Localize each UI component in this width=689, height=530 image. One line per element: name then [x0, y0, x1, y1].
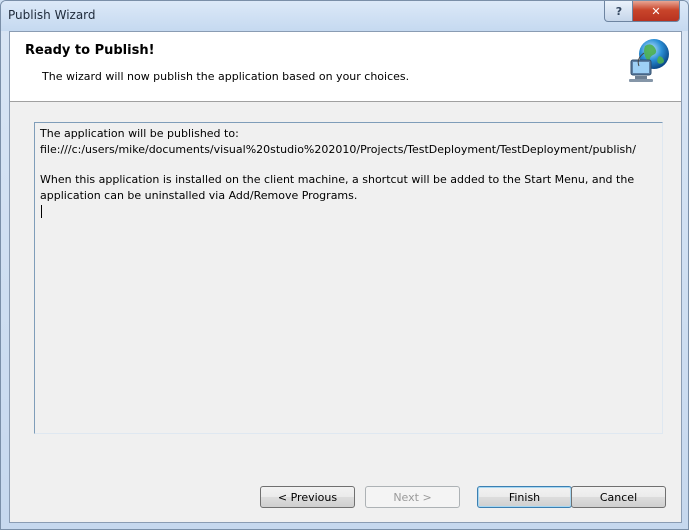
- close-button[interactable]: ✕: [632, 1, 680, 22]
- publish-location-path: file:///c:/users/mike/documents/visual%2…: [40, 143, 636, 156]
- page-title: Ready to Publish!: [25, 43, 155, 58]
- install-info-line-2: application can be uninstalled via Add/R…: [40, 189, 358, 202]
- cancel-button[interactable]: Cancel: [571, 486, 666, 508]
- page-subtitle: The wizard will now publish the applicat…: [42, 70, 410, 83]
- wizard-client-area: Ready to Publish! The wizard will now pu…: [9, 31, 682, 523]
- finish-button[interactable]: Finish: [477, 486, 572, 508]
- window-title: Publish Wizard: [8, 8, 96, 22]
- publish-wizard-window: Publish Wizard ? ✕ Ready to Publish! The…: [0, 0, 689, 530]
- wizard-header: Ready to Publish! The wizard will now pu…: [10, 32, 681, 102]
- globe-computer-icon: [629, 39, 669, 82]
- text-caret: [41, 205, 42, 218]
- publish-location-label: The application will be published to:: [40, 127, 239, 140]
- summary-text-box[interactable]: The application will be published to: fi…: [34, 122, 663, 434]
- install-info-line-1: When this application is installed on th…: [40, 173, 635, 186]
- help-button[interactable]: ?: [604, 1, 634, 22]
- next-button[interactable]: Next >: [365, 486, 460, 508]
- title-bar[interactable]: Publish Wizard ? ✕: [1, 1, 688, 31]
- previous-button[interactable]: < Previous: [260, 486, 355, 508]
